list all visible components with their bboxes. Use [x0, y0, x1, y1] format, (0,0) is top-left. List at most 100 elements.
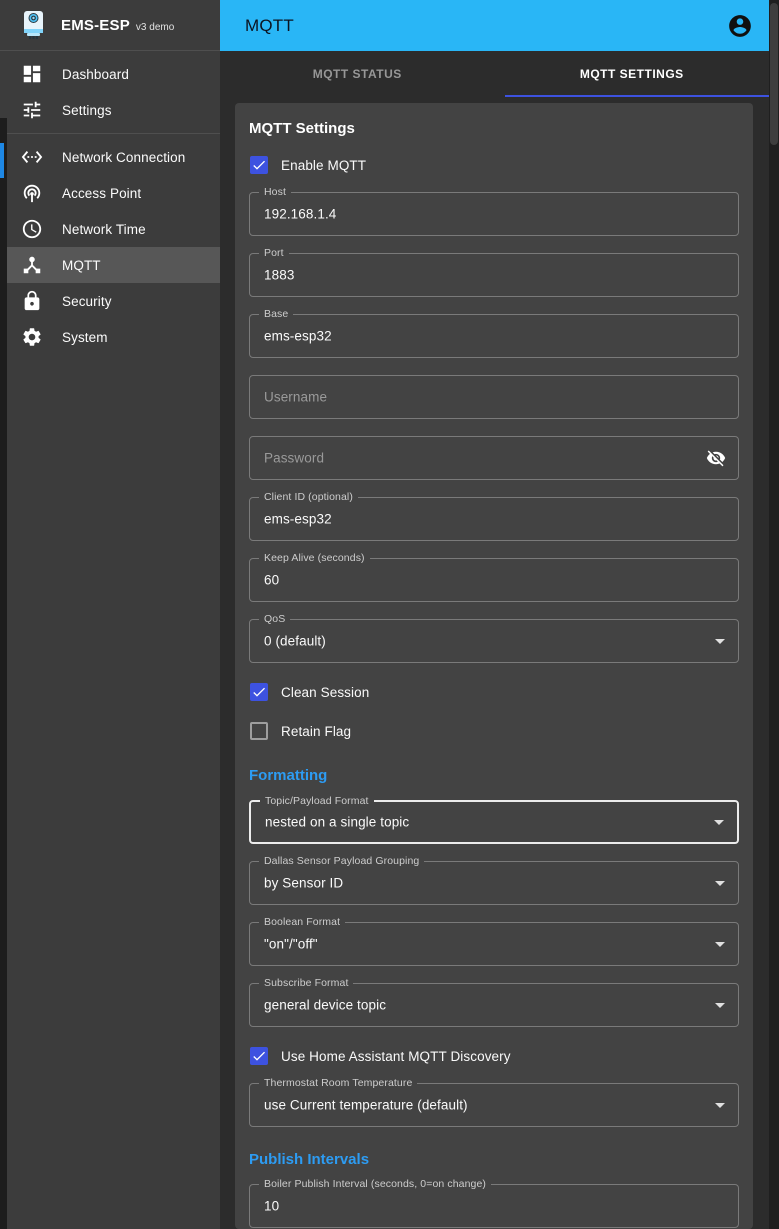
input-password[interactable]: Password — [249, 436, 739, 480]
field-label: Thermostat Room Temperature — [259, 1077, 417, 1089]
section-heading-publish-intervals: Publish Intervals — [249, 1151, 739, 1168]
select-thermostat-room-temperature[interactable]: Thermostat Room Temperatureuse Current t… — [249, 1083, 739, 1127]
sidebar-menu: Dashboard Settings Network Connection Acces… — [0, 51, 220, 355]
sidebar-divider — [0, 133, 220, 134]
field-value: ems-esp32 — [264, 512, 332, 527]
form-heading: MQTT Settings — [249, 120, 739, 137]
field-placeholder: Username — [264, 390, 327, 405]
ethernet-icon — [21, 146, 43, 168]
sidebar-item-settings[interactable]: Settings — [0, 92, 220, 128]
field-value: 192.168.1.4 — [264, 207, 336, 222]
sidebar-scrollbar-thumb[interactable] — [0, 143, 4, 178]
page-scrollbar-track[interactable] — [769, 0, 779, 1229]
tab-mqtt-settings[interactable]: MQTT SETTINGS — [495, 51, 770, 97]
select-topic-payload-format[interactable]: Topic/Payload Formatnested on a single t… — [249, 800, 739, 844]
sidebar-item-label: Dashboard — [62, 67, 129, 82]
lock-icon — [21, 290, 43, 312]
checkbox-ha-discovery[interactable] — [250, 1047, 268, 1065]
field-value: ems-esp32 — [264, 329, 332, 344]
dropdown-caret-icon[interactable] — [715, 639, 725, 644]
field-label: QoS — [259, 613, 290, 625]
app-version: v3 demo — [136, 18, 174, 33]
sidebar-item-access-point[interactable]: Access Point — [0, 175, 220, 211]
checkbox-label: Enable MQTT — [281, 158, 366, 173]
sidebar: EMS-ESP v3 demo Dashboard Settings Network… — [0, 0, 220, 1229]
field-value: by Sensor ID — [264, 876, 343, 891]
select-qos[interactable]: QoS0 (default) — [249, 619, 739, 663]
sidebar-scrollbar-track[interactable] — [0, 118, 7, 1229]
section-heading-formatting: Formatting — [249, 767, 739, 784]
checkbox-row-ha-discovery: Use Home Assistant MQTT Discovery — [249, 1044, 739, 1068]
checkbox-enable-mqtt[interactable] — [250, 156, 268, 174]
main-panel: MQTT MQTT STATUSMQTT SETTINGS MQTT Setti… — [220, 0, 769, 1229]
field-label: Subscribe Format — [259, 977, 353, 989]
input-base[interactable]: Baseems-esp32 — [249, 314, 739, 358]
app-root: EMS-ESP v3 demo Dashboard Settings Network… — [0, 0, 779, 1229]
field-value: "on"/"off" — [264, 937, 318, 952]
ems-esp-boiler-icon — [20, 10, 47, 40]
dropdown-caret-icon[interactable] — [715, 881, 725, 886]
dashboard-icon — [21, 63, 43, 85]
checkbox-label: Retain Flag — [281, 724, 351, 739]
dropdown-caret-icon[interactable] — [714, 820, 724, 825]
field-label: Port — [259, 247, 289, 259]
checkbox-retain-flag[interactable] — [250, 722, 268, 740]
field-label: Boolean Format — [259, 916, 345, 928]
sidebar-item-label: Access Point — [62, 186, 141, 201]
mqtt-settings-form: Enable MQTTHost192.168.1.4Port1883Baseem… — [249, 153, 739, 1229]
field-value: 60 — [264, 573, 279, 588]
field-label: Keep Alive (seconds) — [259, 552, 370, 564]
sidebar-header: EMS-ESP v3 demo — [0, 0, 220, 51]
content-area: MQTT Settings Enable MQTTHost192.168.1.4… — [220, 97, 769, 1229]
input-boiler-publish-interval[interactable]: Boiler Publish Interval (seconds, 0=on c… — [249, 1184, 739, 1228]
dropdown-caret-icon[interactable] — [715, 1003, 725, 1008]
active-tab-indicator — [505, 95, 770, 97]
input-client-id[interactable]: Client ID (optional)ems-esp32 — [249, 497, 739, 541]
mqtt-settings-card: MQTT Settings Enable MQTTHost192.168.1.4… — [235, 103, 753, 1229]
tab-mqtt-status[interactable]: MQTT STATUS — [220, 51, 495, 97]
field-value: 1883 — [264, 268, 294, 283]
page-scrollbar-thumb[interactable] — [770, 3, 778, 145]
field-value: use Current temperature (default) — [264, 1098, 468, 1113]
sidebar-item-label: MQTT — [62, 258, 101, 273]
checkbox-label: Use Home Assistant MQTT Discovery — [281, 1049, 511, 1064]
tab-label: MQTT STATUS — [313, 67, 402, 81]
visibility-off-icon[interactable] — [706, 448, 726, 468]
field-label: Base — [259, 308, 293, 320]
field-value: 0 (default) — [264, 634, 326, 649]
sidebar-item-label: Security — [62, 294, 112, 309]
checkbox-row-clean-session: Clean Session — [249, 680, 739, 704]
tab-bar: MQTT STATUS MQTT SETTINGS — [220, 51, 769, 97]
select-boolean-format[interactable]: Boolean Format"on"/"off" — [249, 922, 739, 966]
dropdown-caret-icon[interactable] — [715, 942, 725, 947]
select-dallas-sensor-payload-grouping[interactable]: Dallas Sensor Payload Groupingby Sensor … — [249, 861, 739, 905]
app-title: EMS-ESP — [61, 17, 130, 34]
sidebar-item-mqtt[interactable]: MQTT — [0, 247, 220, 283]
input-username[interactable]: Username — [249, 375, 739, 419]
checkbox-clean-session[interactable] — [250, 683, 268, 701]
input-keep-alive[interactable]: Keep Alive (seconds)60 — [249, 558, 739, 602]
field-label: Client ID (optional) — [259, 491, 358, 503]
sidebar-item-network-connection[interactable]: Network Connection — [0, 139, 220, 175]
sidebar-item-label: Network Time — [62, 222, 146, 237]
field-value: 10 — [264, 1199, 279, 1214]
wifi-tethering-icon — [21, 182, 43, 204]
field-label: Host — [259, 186, 291, 198]
sidebar-item-dashboard[interactable]: Dashboard — [0, 56, 220, 92]
sidebar-item-system[interactable]: System — [0, 319, 220, 355]
sidebar-item-network-time[interactable]: Network Time — [0, 211, 220, 247]
sidebar-item-security[interactable]: Security — [0, 283, 220, 319]
input-host[interactable]: Host192.168.1.4 — [249, 192, 739, 236]
dropdown-caret-icon[interactable] — [715, 1103, 725, 1108]
checkbox-label: Clean Session — [281, 685, 369, 700]
device-hub-icon — [21, 254, 43, 276]
tab-label: MQTT SETTINGS — [580, 67, 684, 81]
field-placeholder: Password — [264, 451, 324, 466]
input-port[interactable]: Port1883 — [249, 253, 739, 297]
field-label: Dallas Sensor Payload Grouping — [259, 855, 424, 867]
select-subscribe-format[interactable]: Subscribe Formatgeneral device topic — [249, 983, 739, 1027]
clock-icon — [21, 218, 43, 240]
gear-icon — [21, 326, 43, 348]
field-label: Boiler Publish Interval (seconds, 0=on c… — [259, 1178, 491, 1190]
account-circle-icon[interactable] — [727, 13, 753, 39]
